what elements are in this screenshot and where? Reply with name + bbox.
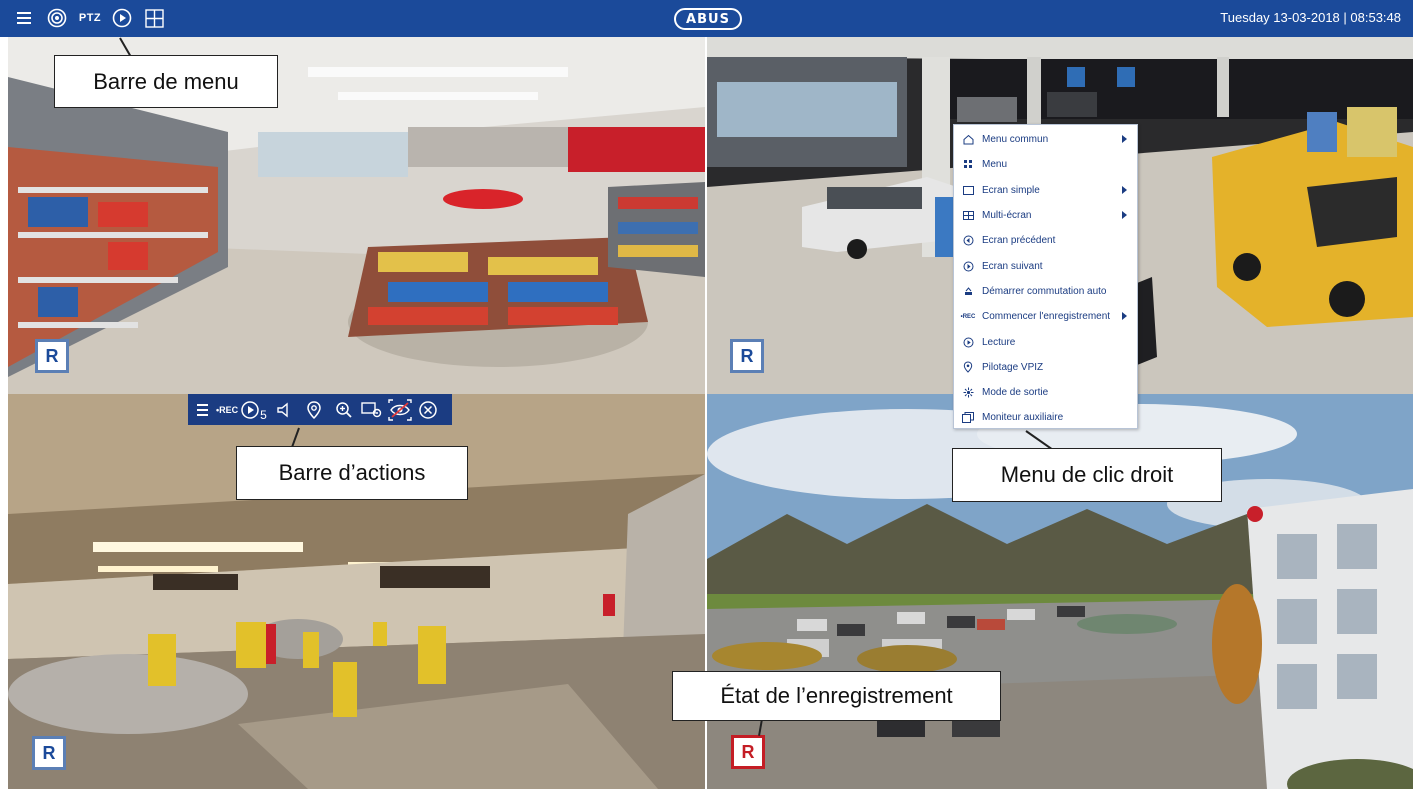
callout-barre-d-actions: Barre d’actions [236, 446, 468, 500]
instant-playback-icon[interactable]: 5 [240, 397, 267, 423]
recording-state-badge: R [32, 736, 66, 770]
multi-screen-icon [962, 210, 974, 222]
recording-state-badge: R [731, 735, 765, 769]
abus-logo: ABUS [674, 8, 742, 30]
right-click-menu: Menu commun Menu Ecran simple Multi-écra… [953, 124, 1138, 429]
menu-item-menu-commun[interactable]: Menu commun [954, 127, 1137, 152]
zoom-icon[interactable] [333, 397, 355, 423]
menu-item-label: Pilotage VPIZ [982, 361, 1044, 373]
menu-item-ecran-suivant[interactable]: Ecran suivant [954, 253, 1137, 278]
menu-item-ecran-simple[interactable]: Ecran simple [954, 178, 1137, 203]
callout-barre-de-menu: Barre de menu [54, 55, 278, 108]
single-screen-icon [962, 184, 974, 196]
ptz-icon[interactable]: PTZ [78, 6, 102, 30]
play-icon [962, 336, 974, 348]
menu-item-label: Multi-écran [982, 210, 1032, 222]
next-screen-icon [962, 260, 974, 272]
camera-lens-icon[interactable] [45, 6, 69, 30]
menu-item-label: Menu [982, 159, 1008, 171]
menu-bar: PTZ ABUS Tuesday 13-03-2018 | 08:53:48 [0, 0, 1413, 37]
audio-icon[interactable] [273, 397, 295, 423]
close-icon[interactable] [417, 397, 439, 423]
instant-playback-minutes: 5 [260, 407, 267, 422]
menu-item-multi-ecran[interactable]: Multi-écran [954, 203, 1137, 228]
grid-icon [962, 159, 974, 171]
menu-item-menu[interactable]: Menu [954, 152, 1137, 177]
menu-item-label: Lecture [982, 336, 1016, 348]
menu-icon[interactable] [192, 397, 214, 423]
home-icon [962, 134, 974, 146]
image-settings-icon[interactable] [361, 397, 383, 423]
logo-text: ABUS [686, 11, 730, 27]
menu-item-demarrer-commutation-auto[interactable]: Démarrer commutation auto [954, 279, 1137, 304]
menu-item-commencer-enregistrement[interactable]: •REC Commencer l'enregistrement [954, 304, 1137, 329]
record-icon[interactable]: •REC [216, 397, 238, 423]
callout-etat-de-l-enregistrement: État de l’enregistrement [672, 671, 1001, 721]
action-bar: •REC 5 [188, 394, 452, 425]
submenu-arrow-icon [1122, 312, 1127, 321]
menu-item-label: Ecran simple [982, 184, 1040, 196]
ptz-location-icon[interactable] [303, 397, 325, 423]
menu-item-label: Ecran précédent [982, 235, 1056, 247]
auto-switch-icon [962, 285, 974, 297]
recording-state-badge: R [35, 339, 69, 373]
aux-monitor-icon [962, 412, 974, 424]
menu-item-label: Mode de sortie [982, 387, 1049, 399]
output-mode-icon [962, 387, 974, 399]
menu-item-pilotage-vpiz[interactable]: Pilotage VPIZ [954, 355, 1137, 380]
menu-item-lecture[interactable]: Lecture [954, 329, 1137, 354]
date-time-display: Tuesday 13-03-2018 | 08:53:48 [1220, 10, 1401, 25]
privacy-mask-icon[interactable] [387, 397, 413, 423]
playback-icon[interactable] [110, 6, 134, 30]
rec-icon: •REC [960, 313, 976, 320]
location-icon [962, 361, 974, 374]
nvr-live-view: PTZ ABUS Tuesday 13-03-2018 | 08:53:48 R… [0, 0, 1413, 789]
menu-item-label: Moniteur auxiliaire [982, 412, 1064, 424]
menu-item-label: Ecran suivant [982, 260, 1043, 272]
menu-item-ecran-precedent[interactable]: Ecran précédent [954, 228, 1137, 253]
menu-item-moniteur-auxiliaire[interactable]: Moniteur auxiliaire [954, 405, 1137, 430]
previous-screen-icon [962, 235, 974, 247]
grid-layout-icon[interactable] [143, 6, 165, 30]
menu-item-label: Démarrer commutation auto [982, 285, 1107, 297]
menu-item-label: Commencer l'enregistrement [982, 311, 1111, 323]
recording-state-badge: R [730, 339, 764, 373]
menu-item-label: Menu commun [982, 134, 1049, 146]
menu-item-mode-de-sortie[interactable]: Mode de sortie [954, 380, 1137, 405]
submenu-arrow-icon [1122, 210, 1127, 219]
menu-icon[interactable] [14, 6, 34, 30]
submenu-arrow-icon [1122, 185, 1127, 194]
callout-menu-de-clic-droit: Menu de clic droit [952, 448, 1222, 502]
submenu-arrow-icon [1122, 135, 1127, 143]
